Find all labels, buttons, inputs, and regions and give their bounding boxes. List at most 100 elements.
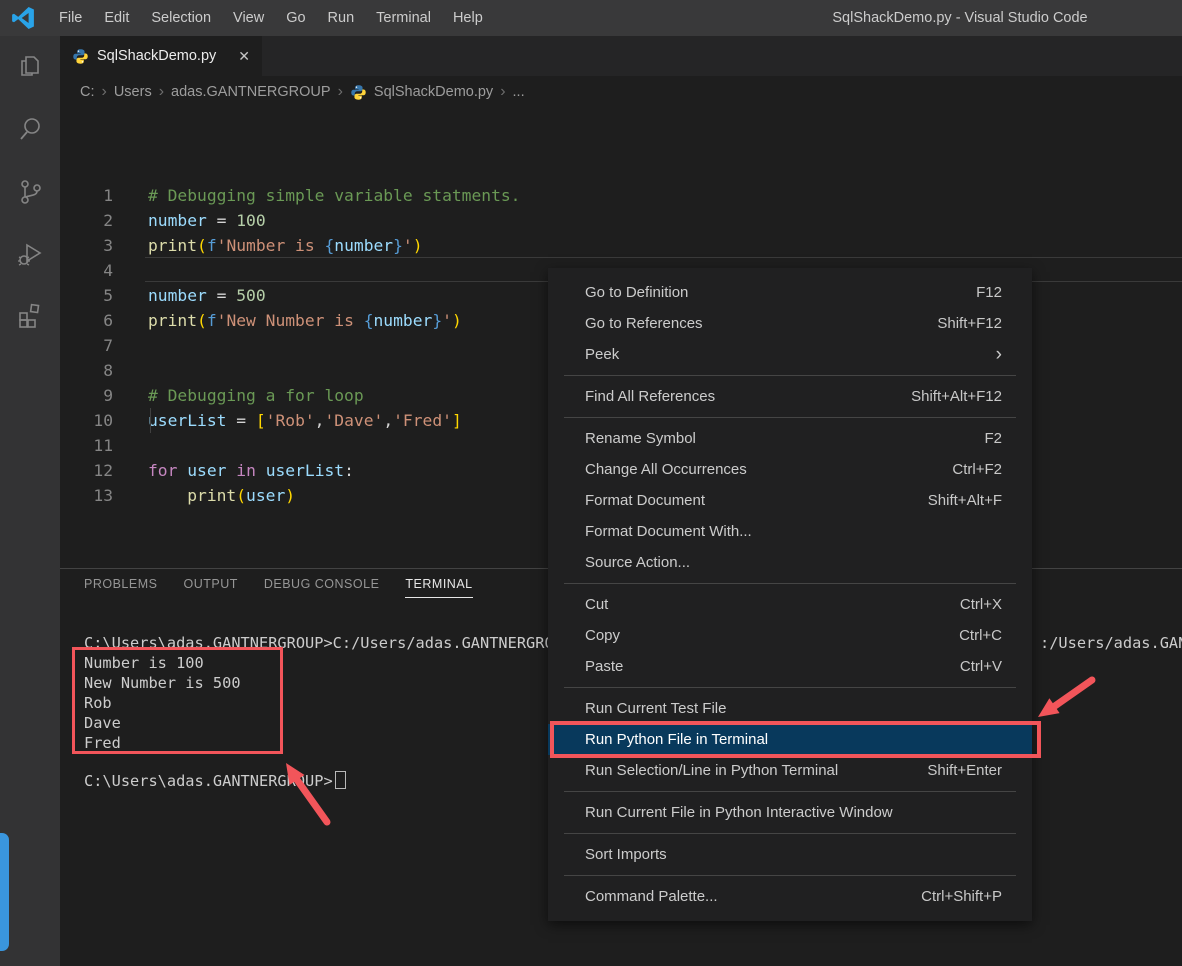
breadcrumb-item-c[interactable]: C:	[80, 84, 95, 100]
menubar-item-file[interactable]: File	[48, 0, 93, 36]
menu-shortcut: Shift+Alt+F12	[911, 388, 1002, 405]
title-bar: FileEditSelectionViewGoRunTerminalHelp S…	[0, 0, 1182, 36]
activity-blue-badge	[0, 833, 9, 951]
menu-item-go-to-definition[interactable]: Go to DefinitionF12	[548, 277, 1032, 308]
menu-item-format-document[interactable]: Format DocumentShift+Alt+F	[548, 485, 1032, 516]
editor-context-menu: Go to DefinitionF12Go to ReferencesShift…	[548, 268, 1032, 921]
code-text	[113, 258, 148, 283]
breadcrumb-separator-icon: ›	[338, 83, 343, 101]
code-text	[113, 433, 148, 458]
panel-tab-output[interactable]: OUTPUT	[183, 577, 237, 597]
annotation-box-output	[72, 647, 283, 754]
menu-item-run-selection-line-in-python-terminal[interactable]: Run Selection/Line in Python TerminalShi…	[548, 755, 1032, 786]
menu-item-paste[interactable]: PasteCtrl+V	[548, 651, 1032, 682]
menu-item-run-current-test-file[interactable]: Run Current Test File	[548, 693, 1032, 724]
menu-separator	[564, 417, 1016, 418]
menu-separator	[564, 583, 1016, 584]
source-control-icon[interactable]	[0, 160, 60, 222]
panel-tab-terminal[interactable]: TERMINAL	[405, 577, 472, 598]
menu-item-format-document-with[interactable]: Format Document With...	[548, 516, 1032, 547]
menubar-item-edit[interactable]: Edit	[93, 0, 140, 36]
editor-tab-bar: SqlShackDemo.py ✕	[60, 36, 1182, 76]
menubar-item-terminal[interactable]: Terminal	[365, 0, 442, 36]
menu-item-find-all-references[interactable]: Find All ReferencesShift+Alt+F12	[548, 381, 1032, 412]
menu-shortcut: F2	[984, 430, 1002, 447]
menubar-item-help[interactable]: Help	[442, 0, 494, 36]
code-text: # Debugging simple variable statments.	[113, 183, 520, 208]
terminal-cursor	[335, 771, 346, 789]
code-line-3[interactable]: 3print(f'Number is {number}')	[60, 233, 1182, 258]
code-line-2[interactable]: 2number = 100	[60, 208, 1182, 233]
breadcrumb-item-users[interactable]: Users	[114, 84, 152, 100]
line-number: 2	[60, 208, 113, 233]
breadcrumb-item-[interactable]: ...	[513, 84, 525, 100]
code-text: for user in userList:	[113, 458, 354, 483]
menu-separator	[564, 375, 1016, 376]
menubar-item-selection[interactable]: Selection	[140, 0, 222, 36]
menu-item-source-action[interactable]: Source Action...	[548, 547, 1032, 578]
menu-item-go-to-references[interactable]: Go to ReferencesShift+F12	[548, 308, 1032, 339]
menu-separator	[564, 791, 1016, 792]
submenu-arrow-icon: ›	[996, 345, 1002, 364]
line-number: 10	[60, 408, 113, 433]
code-text: number = 500	[113, 283, 266, 308]
line-number: 4	[60, 258, 113, 283]
code-line-1[interactable]: 1# Debugging simple variable statments.	[60, 183, 1182, 208]
menu-item-change-all-occurrences[interactable]: Change All OccurrencesCtrl+F2	[548, 454, 1032, 485]
python-icon	[350, 84, 367, 101]
code-text	[113, 333, 148, 358]
line-number: 5	[60, 283, 113, 308]
menu-shortcut: Ctrl+C	[959, 627, 1002, 644]
python-icon	[72, 48, 89, 65]
menubar: FileEditSelectionViewGoRunTerminalHelp	[48, 0, 494, 36]
breadcrumb-separator-icon: ›	[500, 83, 505, 101]
window-title: SqlShackDemo.py - Visual Studio Code	[832, 10, 1087, 26]
line-number: 1	[60, 183, 113, 208]
breadcrumb: C: › Users › adas.GANTNERGROUP › SqlShackDemo.…	[60, 76, 1182, 108]
code-text: print(f'Number is {number}')	[113, 233, 423, 258]
breadcrumb-item-sqlshackdemo-py[interactable]: SqlShackDemo.py	[374, 84, 493, 100]
tab-sqlshackdemo[interactable]: SqlShackDemo.py ✕	[60, 36, 262, 76]
code-text: print(f'New Number is {number}')	[113, 308, 462, 333]
extensions-icon[interactable]	[0, 284, 60, 346]
breadcrumb-separator-icon: ›	[102, 83, 107, 101]
menubar-item-go[interactable]: Go	[275, 0, 316, 36]
menu-shortcut: Shift+F12	[937, 315, 1002, 332]
menu-shortcut: Ctrl+Shift+P	[921, 888, 1002, 905]
menu-item-run-current-file-in-python-interactive-window[interactable]: Run Current File in Python Interactive W…	[548, 797, 1032, 828]
line-number: 11	[60, 433, 113, 458]
code-text: print(user)	[113, 483, 295, 508]
menu-item-cut[interactable]: CutCtrl+X	[548, 589, 1032, 620]
menu-item-copy[interactable]: CopyCtrl+C	[548, 620, 1032, 651]
menu-shortcut: Shift+Enter	[927, 762, 1002, 779]
menu-shortcut: Shift+Alt+F	[928, 492, 1002, 509]
menu-item-rename-symbol[interactable]: Rename SymbolF2	[548, 423, 1032, 454]
menu-shortcut: Ctrl+F2	[952, 461, 1002, 478]
panel-tab-debug-console[interactable]: DEBUG CONSOLE	[264, 577, 380, 597]
indent-guide	[150, 408, 151, 433]
menubar-item-view[interactable]: View	[222, 0, 275, 36]
menu-separator	[564, 875, 1016, 876]
terminal-line: :/Users/adas.GANT	[1040, 633, 1182, 653]
menu-shortcut: F12	[976, 284, 1002, 301]
line-number: 3	[60, 233, 113, 258]
code-text: # Debugging a for loop	[113, 383, 364, 408]
menu-item-peek[interactable]: Peek›	[548, 339, 1032, 370]
line-number: 13	[60, 483, 113, 508]
line-number: 8	[60, 358, 113, 383]
panel-tab-problems[interactable]: PROBLEMS	[84, 577, 157, 597]
search-icon[interactable]	[0, 98, 60, 160]
line-number: 12	[60, 458, 113, 483]
line-number: 9	[60, 383, 113, 408]
files-icon[interactable]	[0, 36, 60, 98]
code-text: number = 100	[113, 208, 266, 233]
menubar-item-run[interactable]: Run	[317, 0, 366, 36]
run-debug-icon[interactable]	[0, 222, 60, 284]
menu-item-run-python-file-in-terminal[interactable]: Run Python File in Terminal	[548, 724, 1032, 755]
code-text: userList = ['Rob','Dave','Fred']	[113, 408, 462, 433]
menu-item-sort-imports[interactable]: Sort Imports	[548, 839, 1032, 870]
activity-bar	[0, 36, 60, 966]
menu-item-command-palette[interactable]: Command Palette...Ctrl+Shift+P	[548, 881, 1032, 912]
breadcrumb-item-adas-gantnergroup[interactable]: adas.GANTNERGROUP	[171, 84, 331, 100]
tab-close-icon[interactable]: ✕	[238, 48, 250, 65]
